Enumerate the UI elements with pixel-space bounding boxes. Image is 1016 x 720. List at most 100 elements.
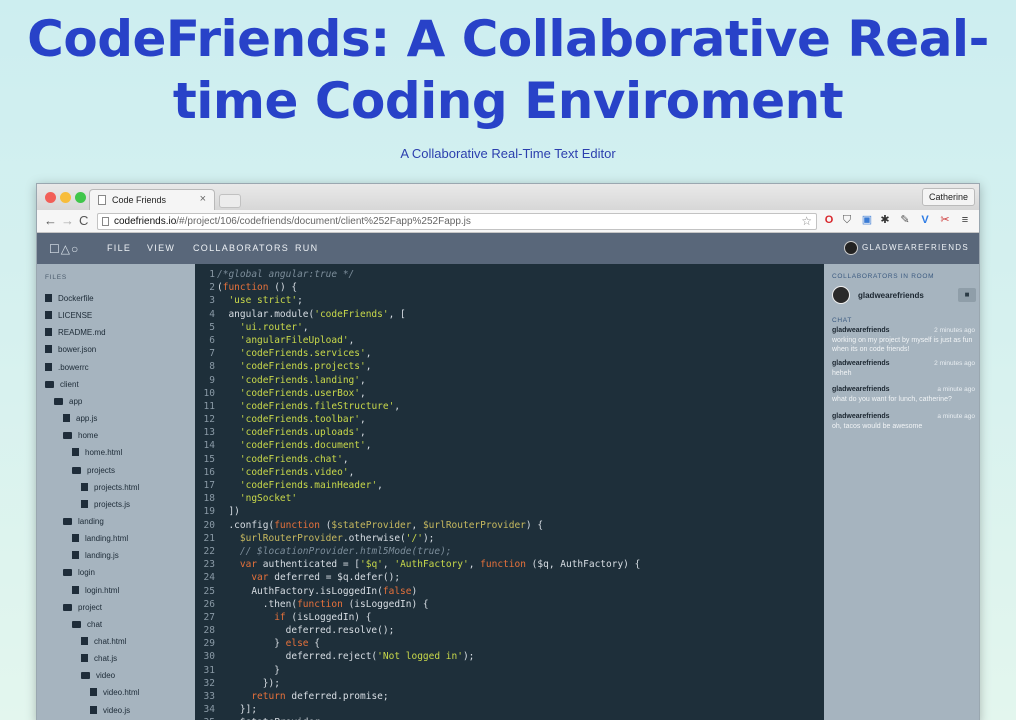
code-line[interactable]: return deferred.promise;: [217, 690, 817, 703]
menu-view[interactable]: VIEW: [147, 243, 175, 253]
file-item[interactable]: projects.html: [81, 482, 139, 494]
code-line[interactable]: deferred.reject('Not logged in');: [217, 650, 817, 663]
code-line[interactable]: ]): [217, 505, 817, 518]
v-extension-icon[interactable]: V: [919, 214, 931, 226]
wrench-extension-icon[interactable]: ✎: [899, 214, 911, 226]
menu-collaborators[interactable]: COLLABORATORS: [193, 243, 289, 253]
folder-item[interactable]: chat: [72, 619, 102, 631]
file-item[interactable]: login.html: [72, 585, 119, 597]
folder-item[interactable]: project: [63, 602, 102, 614]
code-line[interactable]: 'angularFileUpload',: [217, 334, 817, 347]
code-line[interactable]: $stateProvider: [217, 716, 817, 720]
file-item[interactable]: .bowerrc: [45, 362, 89, 374]
lock-extension-icon[interactable]: ▣: [861, 214, 873, 226]
code-line[interactable]: 'ngSocket': [217, 492, 817, 505]
code-line[interactable]: }: [217, 664, 817, 677]
code-line[interactable]: deferred.resolve();: [217, 624, 817, 637]
file-item[interactable]: video.html: [90, 687, 139, 699]
code-line[interactable]: /*global angular:true */: [217, 268, 817, 281]
code-line[interactable]: var authenticated = ['$q', 'AuthFactory'…: [217, 558, 817, 571]
menu-icon[interactable]: ≡: [959, 214, 971, 226]
gear-extension-icon[interactable]: ✱: [879, 214, 891, 226]
code-token: ,: [365, 440, 372, 452]
code-line[interactable]: (function () {: [217, 281, 817, 294]
code-line[interactable]: .config(function ($stateProvider, $urlRo…: [217, 519, 817, 532]
file-item[interactable]: LICENSE: [45, 310, 92, 322]
code-line[interactable]: } else {: [217, 637, 817, 650]
reload-icon[interactable]: C: [79, 213, 88, 228]
back-arrow-icon[interactable]: ←: [44, 213, 57, 228]
new-tab-button[interactable]: [219, 194, 241, 208]
code-line[interactable]: 'use strict';: [217, 294, 817, 307]
file-item[interactable]: landing.html: [72, 533, 128, 545]
code-line[interactable]: 'codeFriends.projects',: [217, 360, 817, 373]
user-menu[interactable]: GLADWEAREFRIENDS: [843, 240, 969, 256]
file-item[interactable]: home.html: [72, 447, 122, 459]
folder-item[interactable]: app: [54, 396, 82, 408]
folder-item[interactable]: login: [63, 567, 95, 579]
folder-icon: [72, 620, 81, 628]
file-item[interactable]: README.md: [45, 327, 106, 339]
file-item[interactable]: video.js: [90, 705, 130, 717]
close-window-icon[interactable]: [45, 192, 56, 203]
opera-extension-icon[interactable]: O: [823, 214, 835, 226]
tab-close-icon[interactable]: ×: [200, 193, 206, 205]
file-name: projects.html: [94, 482, 140, 492]
code-line[interactable]: 'codeFriends.video',: [217, 466, 817, 479]
code-line[interactable]: });: [217, 677, 817, 690]
code-line[interactable]: 'codeFriends.document',: [217, 439, 817, 452]
line-number: 2: [209, 282, 215, 294]
forward-arrow-icon[interactable]: →: [61, 213, 74, 228]
pocket-extension-icon[interactable]: ⛉: [841, 214, 853, 226]
file-item[interactable]: bower.json: [45, 344, 96, 356]
code-line[interactable]: $urlRouterProvider.otherwise('/');: [217, 532, 817, 545]
menu-run[interactable]: RUN: [295, 243, 318, 253]
app-logo[interactable]: ☐△○: [49, 242, 79, 256]
folder-item[interactable]: landing: [63, 516, 104, 528]
folder-item[interactable]: home: [63, 430, 98, 442]
minimize-window-icon[interactable]: [60, 192, 71, 203]
code-editor[interactable]: 1 2 3 4 5 6 7 8 9 10 11 12 13 14 15 16 17 18 19 20 21 22 23 24 2…: [195, 264, 824, 720]
file-item[interactable]: chat.html: [81, 636, 126, 648]
code-line[interactable]: var deferred = $q.defer();: [217, 571, 817, 584]
file-name: README.md: [58, 328, 106, 338]
code-line[interactable]: 'codeFriends.toolbar',: [217, 413, 817, 426]
code-token: 'codeFriends.fileStructure': [239, 400, 395, 412]
folder-item[interactable]: video: [81, 670, 115, 682]
code-line[interactable]: 'codeFriends.fileStructure',: [217, 400, 817, 413]
code-line[interactable]: 'codeFriends.chat',: [217, 453, 817, 466]
code-line[interactable]: }];: [217, 703, 817, 716]
file-item[interactable]: app.js: [63, 413, 97, 425]
code-content[interactable]: /*global angular:true */(function () { '…: [217, 268, 817, 720]
file-item[interactable]: landing.js: [72, 550, 119, 562]
code-line[interactable]: if (isLoggedIn) {: [217, 611, 817, 624]
file-item[interactable]: projects.js: [81, 499, 130, 511]
menu-file[interactable]: FILE: [107, 243, 131, 253]
folder-item[interactable]: projects: [72, 465, 115, 477]
browser-tab[interactable]: Code Friends ×: [89, 189, 215, 210]
address-bar[interactable]: codefriends.io/#/project/106/codefriends…: [97, 213, 817, 230]
code-line[interactable]: 'codeFriends.services',: [217, 347, 817, 360]
video-camera-icon[interactable]: ■: [958, 288, 976, 302]
code-line[interactable]: // $locationProvider.html5Mode(true);: [217, 545, 817, 558]
code-line[interactable]: 'ui.router',: [217, 321, 817, 334]
line-number: 6: [209, 334, 215, 346]
folder-icon: [63, 432, 72, 440]
profile-button[interactable]: Catherine: [921, 188, 975, 206]
maximize-window-icon[interactable]: [75, 192, 86, 203]
file-item[interactable]: chat.js: [81, 653, 117, 665]
code-token: 'codeFriends.chat': [239, 453, 343, 465]
file-item[interactable]: Dockerfile: [45, 293, 94, 305]
code-line[interactable]: 'codeFriends.uploads',: [217, 426, 817, 439]
bookmark-star-icon[interactable]: ☆: [801, 214, 812, 229]
code-line[interactable]: AuthFactory.isLoggedIn(false): [217, 585, 817, 598]
code-line[interactable]: .then(function (isLoggedIn) {: [217, 598, 817, 611]
folder-item[interactable]: client: [45, 379, 79, 391]
code-line[interactable]: 'codeFriends.landing',: [217, 374, 817, 387]
code-line[interactable]: angular.module('codeFriends', [: [217, 308, 817, 321]
code-line[interactable]: 'codeFriends.userBox',: [217, 387, 817, 400]
code-line[interactable]: 'codeFriends.mainHeader',: [217, 479, 817, 492]
tools-extension-icon[interactable]: ✂: [939, 214, 951, 226]
